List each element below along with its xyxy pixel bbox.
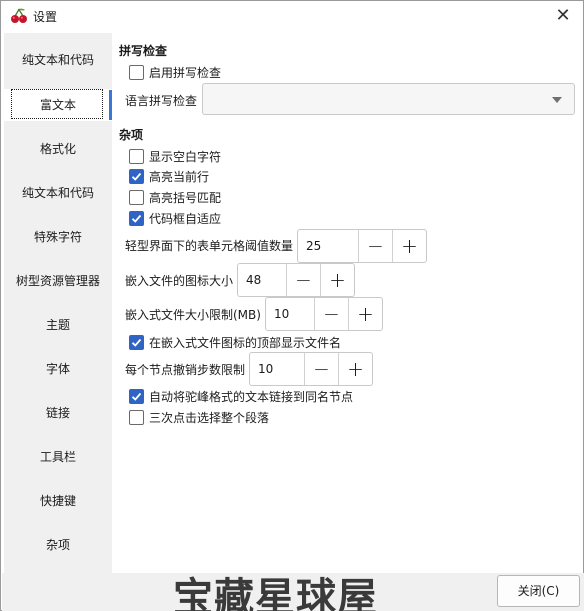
settings-window: 设置 ✕ 纯文本和代码 富文本 格式化 纯文本和代码 特殊字符 树型资源管理器 … bbox=[0, 0, 584, 611]
embedded-icon-size-input[interactable] bbox=[238, 264, 286, 296]
check-icon bbox=[131, 392, 142, 401]
sidebar-item-misc[interactable]: 杂项 bbox=[4, 529, 112, 561]
check-icon bbox=[131, 338, 142, 347]
table-threshold-label: 轻型界面下的表单元格阈值数量 bbox=[125, 239, 294, 253]
misc-section-title: 杂项 bbox=[119, 128, 144, 142]
table-threshold-stepper[interactable]: − + bbox=[297, 229, 427, 263]
embedded-max-size-input[interactable] bbox=[266, 298, 314, 330]
spellcheck-section-title: 拼写检查 bbox=[119, 44, 168, 58]
camelcase-links-checkbox[interactable]: 自动将驼峰格式的文本链接到同名节点 bbox=[129, 387, 353, 405]
triple-click-paragraph-checkbox[interactable]: 三次点击选择整个段落 bbox=[129, 408, 269, 426]
sidebar-item-shortcuts[interactable]: 快捷键 bbox=[4, 485, 112, 517]
checkbox-label: 显示空白字符 bbox=[149, 149, 222, 164]
undo-steps-input[interactable] bbox=[250, 353, 304, 385]
checkbox-box[interactable] bbox=[129, 409, 144, 425]
embedded-max-size-label: 嵌入式文件大小限制(MB) bbox=[125, 308, 261, 322]
close-button[interactable]: 关闭(C) bbox=[497, 575, 580, 607]
sidebar-item-theme[interactable]: 主题 bbox=[4, 309, 112, 341]
check-icon bbox=[131, 172, 142, 181]
codebox-autofit-checkbox[interactable]: 代码框自适应 bbox=[129, 209, 221, 227]
increment-button[interactable]: + bbox=[348, 298, 382, 330]
checkbox-label: 自动将驼峰格式的文本链接到同名节点 bbox=[149, 389, 354, 404]
show-filename-checkbox[interactable]: 在嵌入式文件图标的顶部显示文件名 bbox=[129, 333, 341, 351]
sidebar-item-label: 链接 bbox=[45, 406, 70, 420]
spellcheck-language-label: 语言拼写检查 bbox=[125, 94, 198, 108]
sidebar-item-links[interactable]: 链接 bbox=[4, 397, 112, 429]
sidebar-item-label: 主题 bbox=[45, 318, 70, 332]
embedded-icon-size-label: 嵌入文件的图标大小 bbox=[125, 274, 234, 288]
sidebar-item-formatting[interactable]: 格式化 bbox=[4, 133, 112, 165]
checkbox-label: 启用拼写检查 bbox=[149, 65, 222, 80]
active-accent-bar bbox=[109, 90, 112, 120]
window-title: 设置 bbox=[33, 10, 58, 24]
settings-content: 拼写检查 启用拼写检查 语言拼写检查 杂项 显示空白字符 高亮当前行 高亮括号匹… bbox=[113, 33, 583, 573]
undo-steps-stepper[interactable]: − + bbox=[249, 352, 373, 386]
sidebar-item-plain-text-code-2[interactable]: 纯文本和代码 bbox=[4, 177, 112, 209]
cherry-app-icon bbox=[10, 8, 28, 24]
increment-button[interactable]: + bbox=[392, 230, 426, 262]
sidebar-item-label: 树型资源管理器 bbox=[15, 274, 100, 288]
increment-button[interactable]: + bbox=[338, 353, 372, 385]
checkbox-label: 三次点击选择整个段落 bbox=[149, 410, 270, 425]
watermark-text: 宝藏星球屋 bbox=[173, 575, 378, 611]
decrement-button[interactable]: − bbox=[286, 264, 320, 296]
highlight-current-line-checkbox[interactable]: 高亮当前行 bbox=[129, 167, 209, 185]
highlight-brackets-checkbox[interactable]: 高亮括号匹配 bbox=[129, 188, 221, 206]
sidebar-item-fonts[interactable]: 字体 bbox=[4, 353, 112, 385]
checkbox-label: 代码框自适应 bbox=[149, 211, 222, 226]
sidebar-item-tree-explorer[interactable]: 树型资源管理器 bbox=[4, 265, 112, 297]
checkbox-box[interactable] bbox=[129, 210, 144, 226]
show-whitespace-checkbox[interactable]: 显示空白字符 bbox=[129, 147, 221, 165]
sidebar-item-label: 字体 bbox=[45, 362, 70, 376]
title-bar: 设置 ✕ bbox=[1, 1, 583, 31]
checkbox-box[interactable] bbox=[129, 168, 144, 184]
checkbox-box[interactable] bbox=[129, 189, 144, 205]
checkbox-box[interactable] bbox=[129, 334, 144, 350]
sidebar-item-label: 格式化 bbox=[39, 142, 76, 156]
settings-sidebar: 纯文本和代码 富文本 格式化 纯文本和代码 特殊字符 树型资源管理器 主题 字体… bbox=[4, 33, 112, 577]
sidebar-item-rich-text[interactable]: 富文本 bbox=[4, 89, 112, 121]
check-icon bbox=[131, 214, 142, 223]
checkbox-box[interactable] bbox=[129, 388, 144, 404]
increment-button[interactable]: + bbox=[320, 264, 354, 296]
checkbox-box[interactable] bbox=[129, 148, 144, 164]
undo-steps-label: 每个节点撤销步数限制 bbox=[125, 363, 246, 377]
sidebar-item-plain-text-code[interactable]: 纯文本和代码 bbox=[4, 44, 112, 76]
sidebar-item-label: 快捷键 bbox=[39, 494, 76, 508]
checkbox-box[interactable] bbox=[129, 64, 144, 80]
sidebar-item-label: 特殊字符 bbox=[33, 230, 82, 244]
chevron-down-icon bbox=[552, 97, 562, 103]
sidebar-item-label: 纯文本和代码 bbox=[21, 53, 94, 67]
sidebar-item-toolbar[interactable]: 工具栏 bbox=[4, 441, 112, 473]
table-threshold-input[interactable] bbox=[298, 230, 358, 262]
checkbox-label: 高亮括号匹配 bbox=[149, 190, 222, 205]
sidebar-item-special-chars[interactable]: 特殊字符 bbox=[4, 221, 112, 253]
decrement-button[interactable]: − bbox=[314, 298, 348, 330]
spellcheck-language-select[interactable] bbox=[202, 83, 575, 115]
sidebar-item-label: 纯文本和代码 bbox=[21, 186, 94, 200]
checkbox-label: 在嵌入式文件图标的顶部显示文件名 bbox=[149, 335, 342, 350]
embedded-icon-size-stepper[interactable]: − + bbox=[237, 263, 355, 297]
sidebar-item-label: 杂项 bbox=[45, 538, 70, 552]
enable-spellcheck-checkbox[interactable]: 启用拼写检查 bbox=[129, 63, 221, 81]
focus-indicator bbox=[11, 89, 103, 119]
close-window-icon[interactable]: ✕ bbox=[551, 4, 575, 28]
checkbox-label: 高亮当前行 bbox=[149, 169, 210, 184]
embedded-max-size-stepper[interactable]: − + bbox=[265, 297, 383, 331]
sidebar-item-label: 工具栏 bbox=[39, 450, 76, 464]
decrement-button[interactable]: − bbox=[304, 353, 338, 385]
decrement-button[interactable]: − bbox=[358, 230, 392, 262]
